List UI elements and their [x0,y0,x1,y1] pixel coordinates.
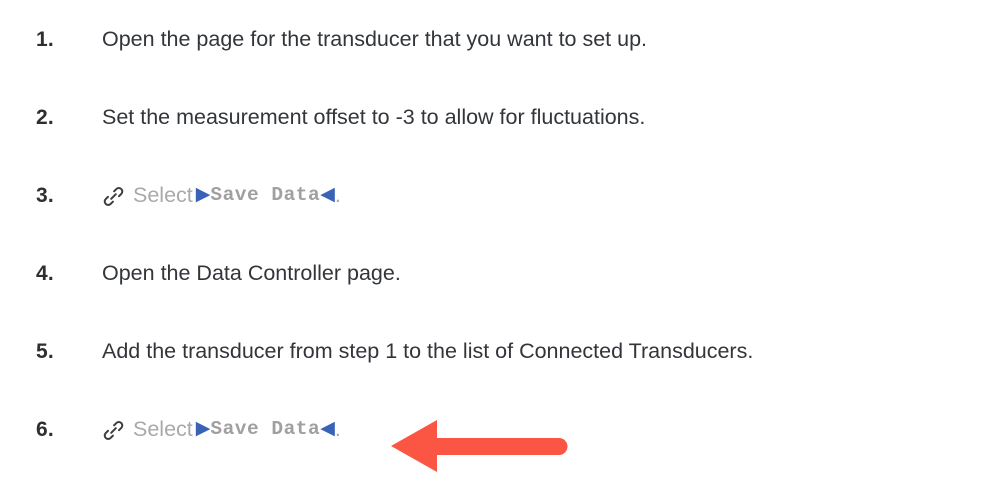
link-icon[interactable] [102,419,125,442]
step-content: Select ▶ Save Data ◀ . [102,416,984,443]
step-text: Open the page for the transducer that yo… [102,26,648,51]
trailing-period: . [334,416,341,441]
select-verb: Select [133,416,193,441]
step-text: Add the transducer from step 1 to the li… [102,338,754,363]
numbered-step-list: 1. Open the page for the transducer that… [0,0,984,468]
list-item: 2. Set the measurement offset to -3 to a… [0,78,984,156]
list-item: 5. Add the transducer from step 1 to the… [0,312,984,390]
step-content: Add the transducer from step 1 to the li… [102,338,984,365]
ui-marker-close-icon: ◀ [320,418,335,439]
ui-marker-close-icon: ◀ [320,184,335,205]
ui-marker-open-icon: ▶ [195,418,211,439]
document-body: 1. Open the page for the transducer that… [0,0,984,500]
ui-marker-open-icon: ▶ [195,184,211,205]
step-content: Open the page for the transducer that yo… [102,26,984,53]
list-item: 3. Select ▶ Save Data ◀ . [0,156,984,234]
step-number: 6. [36,417,54,441]
step-content: Select ▶ Save Data ◀ . [102,182,984,209]
step-content: Set the measurement offset to -3 to allo… [102,104,984,131]
link-icon[interactable] [102,185,125,208]
step-number: 4. [36,261,54,285]
step-number: 2. [36,105,54,129]
ui-element-label[interactable]: Save Data [210,417,320,441]
step-content: Open the Data Controller page. [102,260,984,287]
ui-element-label[interactable]: Save Data [210,183,320,207]
list-item: 4. Open the Data Controller page. [0,234,984,312]
step-text: Set the measurement offset to -3 to allo… [102,104,646,129]
select-verb: Select [133,182,193,207]
step-number: 5. [36,339,54,363]
step-number: 1. [36,27,54,51]
step-text: Open the Data Controller page. [102,260,401,285]
list-item: 1. Open the page for the transducer that… [0,0,984,78]
trailing-period: . [334,182,341,207]
list-item: 6. Select ▶ Save Data ◀ . [0,390,984,468]
step-number: 3. [36,183,54,207]
